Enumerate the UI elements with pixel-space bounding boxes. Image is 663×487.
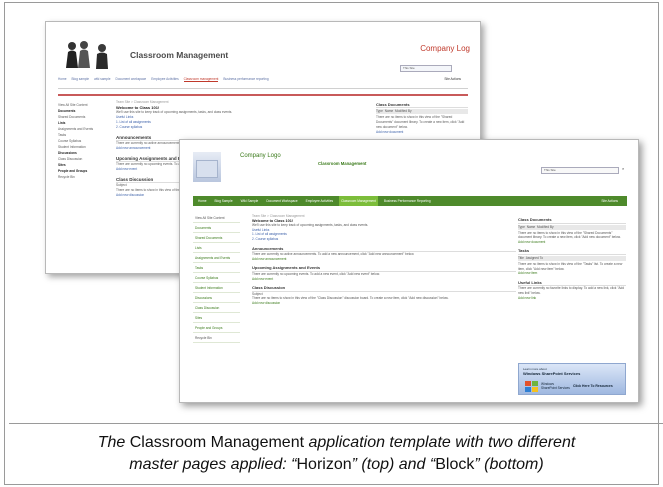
class-documents-heading: Class Documents	[376, 102, 468, 108]
logo-pane	[532, 387, 538, 392]
nav-item[interactable]: Business Performance Reporting	[382, 196, 433, 206]
add-document-link[interactable]: Add new document	[376, 130, 468, 135]
promo-line3: Click Here To Resources	[573, 384, 613, 388]
logo-pane	[532, 381, 538, 386]
site-icon-box	[196, 160, 218, 178]
main-content: Team Site > Classroom Management Welcome…	[252, 214, 516, 306]
caption-part: The	[97, 434, 126, 451]
add-event-link[interactable]: Add new event	[252, 277, 516, 282]
add-document-link[interactable]: Add new document	[518, 240, 626, 245]
site-icon	[193, 152, 221, 182]
add-discussion-link[interactable]: Add new discussion	[252, 301, 516, 306]
ql-item[interactable]: Class Discussion	[193, 303, 240, 313]
site-actions-menu[interactable]: Site Actions	[599, 196, 620, 206]
logo-pane	[525, 387, 531, 392]
ql-item[interactable]: Course Syllabus	[193, 273, 240, 283]
docs-text: There are no items to show in this view …	[376, 115, 465, 129]
col-header[interactable]: Name	[385, 109, 394, 113]
figure-caption: The Classroom Management application tem…	[9, 423, 663, 476]
promo-line2: Windows SharePoint Services	[523, 371, 581, 376]
docs-text: There are no items to show in this view …	[518, 230, 621, 240]
ql-item[interactable]: Shared Documents	[193, 233, 240, 243]
nav-item[interactable]: Blog Sample	[213, 196, 235, 206]
tasks-column-headers: Title Assigned To	[518, 255, 626, 261]
ql-item[interactable]: Discussions	[193, 293, 240, 303]
nav-item-active[interactable]: Classroom Management	[339, 196, 378, 206]
docs-column-headers: Type Name Modified By	[518, 224, 626, 230]
caption-part: application template with two different	[308, 434, 576, 451]
ql-item[interactable]: Tasks	[193, 263, 240, 273]
people-logo-icon	[66, 41, 108, 69]
nav-item[interactable]: Document Workspace	[264, 196, 299, 206]
caption-part: Horizon	[296, 456, 352, 473]
search-box[interactable]: This Site	[400, 65, 452, 72]
nav-item[interactable]: Home	[196, 196, 209, 206]
nav-item[interactable]: Employee Activities	[304, 196, 335, 206]
nav-item-active[interactable]: Classroom management	[183, 77, 219, 82]
col-header[interactable]: Title	[518, 256, 524, 260]
figure-frame: Classroom Management Company Log This Si…	[4, 2, 663, 485]
ql-item[interactable]: Recycle Bin	[58, 174, 110, 180]
nav-item[interactable]: Employee Activities	[151, 77, 178, 81]
link-item[interactable]: 2. Course syllabus	[252, 237, 516, 242]
col-header[interactable]: Modified By	[537, 225, 554, 229]
ql-item[interactable]: Student Information	[193, 283, 240, 293]
promo-product: Windows SharePoint Services	[541, 382, 570, 390]
col-header[interactable]: Modified By	[395, 109, 412, 113]
caption-part: master pages applied:	[129, 456, 287, 473]
col-header[interactable]: Name	[527, 225, 536, 229]
useful-links-text: There are currently no favorite links to…	[518, 286, 625, 295]
add-announcement-link[interactable]: Add new announcement	[252, 257, 516, 262]
link-item[interactable]: 2. Course syllabus	[116, 125, 366, 130]
quick-launch: View All Site Content Documents Shared D…	[193, 213, 240, 343]
caption-part: Block	[435, 456, 475, 473]
nav-item[interactable]: wiki sample	[94, 77, 110, 81]
nav-item[interactable]: Home	[58, 77, 67, 81]
nav-item[interactable]: Wiki Sample	[239, 196, 261, 206]
divider	[58, 94, 468, 96]
ql-item[interactable]: Assignments and Events	[193, 253, 240, 263]
col-header[interactable]: Type	[376, 109, 383, 113]
col-header[interactable]: Type	[518, 225, 525, 229]
ql-item[interactable]: Documents	[193, 223, 240, 233]
tasks-text: There are no items to show in this view …	[518, 261, 623, 271]
ql-item[interactable]: Recycle Bin	[193, 333, 240, 343]
search-box[interactable]: This Site	[541, 167, 619, 174]
docs-column-headers: Type Name Modified By	[376, 109, 468, 114]
search-scope[interactable]: This Site	[542, 168, 556, 172]
caption-part: Classroom Management	[129, 434, 305, 451]
site-title[interactable]: Classroom Management	[130, 50, 228, 60]
search-scope[interactable]: This Site	[401, 66, 415, 70]
nav-item[interactable]: Business performance reporting	[223, 77, 268, 81]
block-screenshot: Company Logo Classroom Management This S…	[179, 139, 639, 403]
quick-launch: View All Site Content Documents Shared D…	[58, 102, 110, 180]
site-title[interactable]: Classroom Management	[318, 161, 366, 166]
right-zone: Class Documents Type Name Modified By Th…	[518, 217, 626, 301]
col-header[interactable]: Assigned To	[526, 256, 543, 260]
ql-item[interactable]: Sites	[193, 313, 240, 323]
sharepoint-word: SharePoint Services	[541, 386, 570, 390]
windows-logo-icon	[525, 381, 539, 392]
ql-item[interactable]: Lists	[193, 243, 240, 253]
search-go-icon[interactable]: ⌕	[622, 166, 624, 171]
caption-part: ” (top) and “	[351, 456, 436, 473]
tasks-heading: Tasks	[518, 249, 626, 255]
nav-item[interactable]: Document workspace	[116, 77, 147, 81]
logo-pane	[525, 381, 531, 386]
caption-part: ” (bottom)	[474, 456, 544, 473]
company-logo[interactable]: Company Log	[420, 44, 470, 53]
ql-item[interactable]: People and Groups	[193, 323, 240, 333]
class-documents-heading: Class Documents	[518, 217, 626, 224]
top-nav: Home Blog Sample Wiki Sample Document Works…	[193, 196, 627, 206]
site-actions-menu[interactable]: Site Actions	[444, 77, 461, 81]
wss-promo-banner[interactable]: Learn more about Windows SharePoint Serv…	[518, 363, 626, 395]
add-link-link[interactable]: Add new link	[518, 296, 626, 301]
ql-item[interactable]: View All Site Content	[193, 213, 240, 223]
nav-item[interactable]: Blog sample	[72, 77, 90, 81]
top-nav: Home Blog sample wiki sample Document works…	[58, 77, 468, 89]
add-item-link[interactable]: Add new item	[518, 271, 626, 276]
company-logo[interactable]: Company Logo	[240, 153, 281, 159]
